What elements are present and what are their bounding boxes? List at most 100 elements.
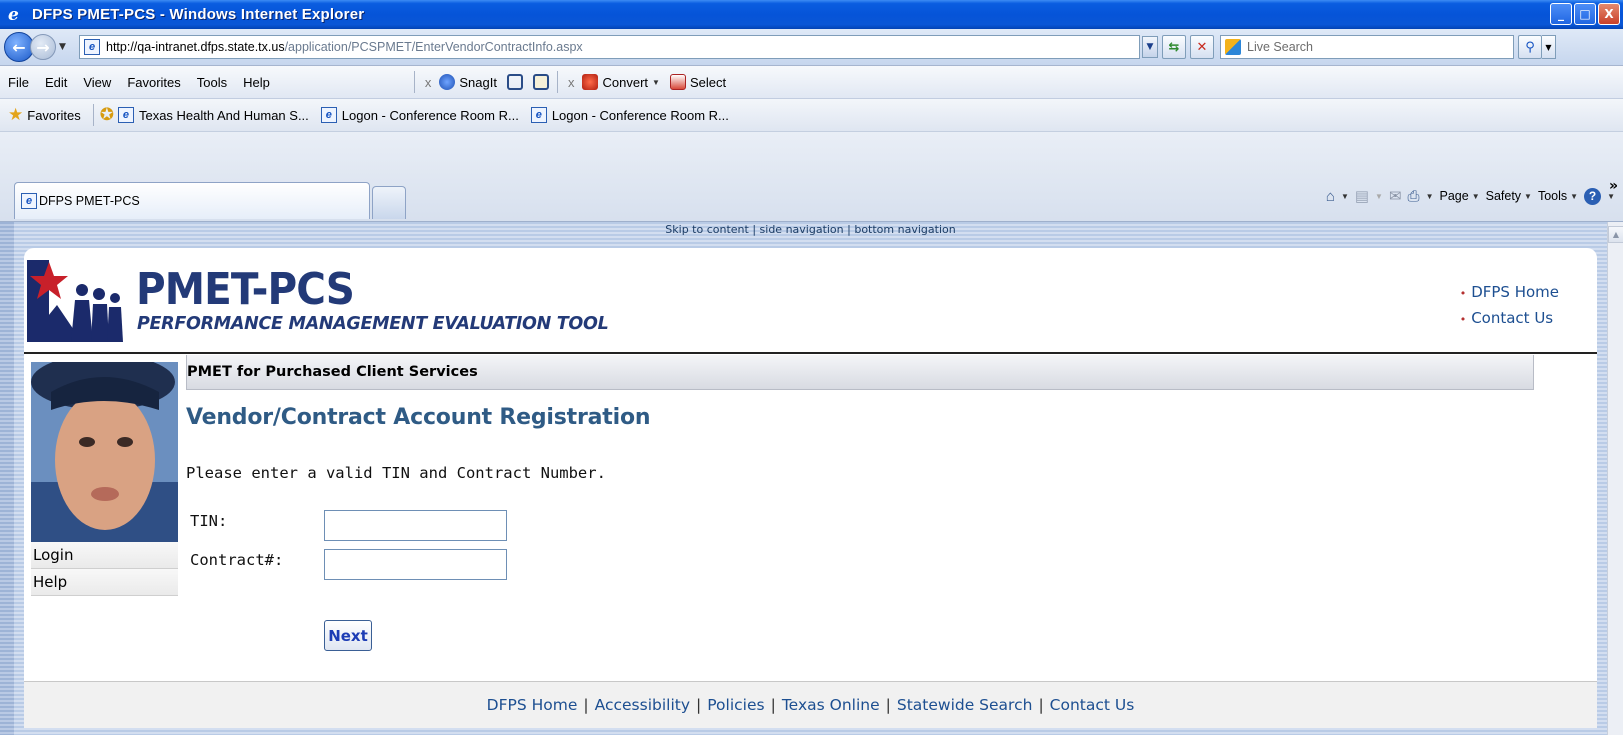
maximize-button[interactable]: □ (1574, 3, 1596, 25)
tin-label: TIN: (190, 512, 228, 530)
next-button[interactable]: Next (324, 620, 372, 651)
safety-menu[interactable]: Safety ▼ (1486, 189, 1532, 203)
menu-bar: File Edit View Favorites Tools Help x Sn… (0, 66, 1623, 99)
footer-link-statewide-search[interactable]: Statewide Search (897, 696, 1033, 714)
skip-to-content-link[interactable]: Skip to content (665, 223, 749, 236)
feeds-icon[interactable]: ▤ (1355, 187, 1369, 205)
footer-link-accessibility[interactable]: Accessibility (595, 696, 690, 714)
tab-dfps-pmet-pcs[interactable]: e DFPS PMET-PCS (14, 182, 370, 219)
convert-icon (582, 74, 599, 90)
new-tab-button[interactable] (372, 186, 406, 219)
contract-number-field[interactable] (324, 549, 507, 580)
address-dropdown-button[interactable]: ▼ (1142, 36, 1158, 58)
minimize-button[interactable]: _ (1550, 3, 1572, 25)
snagit-label: SnagIt (459, 74, 497, 90)
address-field[interactable]: e http://qa-intranet.dfps.state.tx.us/ap… (79, 35, 1140, 59)
tin-field[interactable] (324, 510, 507, 541)
forward-button[interactable]: → (30, 34, 56, 60)
chevron-down-icon[interactable]: ▼ (1341, 192, 1349, 201)
close-toolbar-icon[interactable]: x (425, 75, 432, 90)
skip-navigation: Skip to content | side navigation | bott… (14, 222, 1607, 238)
chevron-down-icon[interactable]: ▼ (1426, 192, 1434, 201)
select-label: Select (689, 74, 727, 90)
footer-separator: | (885, 696, 891, 714)
print-icon[interactable]: ⎙ (1408, 188, 1420, 205)
address-toolbar: ← → ▼ e http://qa-intranet.dfps.state.tx… (0, 29, 1623, 66)
header-link-contact-us[interactable]: • Contact Us (1460, 306, 1559, 332)
footer-link-dfps-home[interactable]: DFPS Home (487, 696, 578, 714)
skip-bottom-navigation-link[interactable]: bottom navigation (854, 223, 955, 236)
home-icon[interactable]: ⌂ (1326, 188, 1335, 205)
toolbar-separator (556, 71, 558, 93)
site-header: PMET-PCS PERFORMANCE MANAGEMENT EVALUATI… (24, 248, 1597, 354)
favorite-link-2[interactable]: e Logon - Conference Room R... (320, 107, 519, 123)
ie-page-icon: e (21, 193, 37, 209)
add-favorite-icon[interactable]: ✪ (100, 105, 114, 125)
window-title-bar: e DFPS PMET-PCS - Windows Internet Explo… (0, 0, 1623, 29)
page-icon: e (84, 39, 100, 55)
help-icon[interactable]: ? (1584, 187, 1602, 205)
chevron-down-icon: ▼ (652, 77, 660, 87)
command-bar: ⌂ ▼ ▤ ▼ ✉ ⎙ ▼ Page ▼ Safety ▼ Tools ▼ ? ▼ (1326, 187, 1615, 205)
page-title: Vendor/Contract Account Registration (186, 405, 651, 430)
snagit-window-icon[interactable] (506, 74, 523, 90)
menu-tools[interactable]: Tools (189, 75, 235, 90)
site-footer: DFPS Home | Accessibility | Policies | Texas O… (24, 681, 1597, 728)
ie-page-icon: e (117, 107, 134, 123)
menu-view[interactable]: View (75, 75, 119, 90)
live-search-icon (1225, 39, 1241, 55)
sidebar-item-help[interactable]: Help (31, 569, 178, 596)
tab-bar: e DFPS PMET-PCS ⌂ ▼ ▤ ▼ ✉ ⎙ ▼ Page ▼ Safe… (0, 132, 1623, 222)
stop-button[interactable]: ✕ (1190, 35, 1214, 59)
header-link-dfps-home[interactable]: • DFPS Home (1460, 280, 1559, 306)
convert-button[interactable]: Convert ▼ (582, 74, 660, 90)
close-button[interactable]: X (1598, 3, 1620, 25)
tools-menu[interactable]: Tools ▼ (1538, 189, 1578, 203)
favorite-link-label: Texas Health And Human S... (138, 107, 309, 123)
internet-explorer-icon: e (8, 4, 19, 25)
search-placeholder: Live Search (1247, 40, 1314, 54)
select-button[interactable]: Select (669, 74, 727, 90)
vertical-scrollbar[interactable]: ▲ (1607, 222, 1623, 735)
skip-side-navigation-link[interactable]: side navigation (760, 223, 844, 236)
menu-edit[interactable]: Edit (37, 75, 75, 90)
more-commands-icon[interactable]: » (1609, 178, 1618, 194)
menu-help[interactable]: Help (235, 75, 278, 90)
chevron-down-icon[interactable]: ▼ (1375, 192, 1383, 201)
contract-label: Contract#: (190, 551, 284, 569)
favorite-link-1[interactable]: e Texas Health And Human S... (117, 107, 309, 123)
menu-file[interactable]: File (0, 75, 37, 90)
snagit-icon (439, 74, 456, 90)
snagit-button[interactable]: SnagIt (439, 74, 497, 90)
search-options-dropdown[interactable]: ▼ (1542, 35, 1556, 59)
recent-pages-dropdown[interactable]: ▼ (59, 42, 73, 52)
site-logo-subtitle: PERFORMANCE MANAGEMENT EVALUATION TOOL (137, 314, 609, 334)
refresh-button[interactable]: ⇆ (1162, 35, 1186, 59)
page-menu[interactable]: Page ▼ (1439, 189, 1479, 203)
footer-separator: | (770, 696, 776, 714)
mail-icon[interactable]: ✉ (1389, 187, 1402, 205)
dfps-logo-image (27, 260, 123, 342)
toolbar-separator (413, 71, 415, 93)
snagit-edit-icon[interactable] (532, 74, 549, 90)
search-input[interactable]: Live Search (1220, 35, 1514, 59)
header-links: • DFPS Home • Contact Us (1460, 280, 1559, 332)
scroll-up-arrow-icon[interactable]: ▲ (1608, 226, 1623, 243)
ie-page-icon: e (530, 107, 547, 123)
child-photo-image (31, 362, 178, 542)
favorite-link-3[interactable]: e Logon - Conference Room R... (530, 107, 729, 123)
close-toolbar-icon[interactable]: x (568, 75, 575, 90)
footer-link-policies[interactable]: Policies (707, 696, 764, 714)
ie-page-icon: e (320, 107, 337, 123)
chevron-down-icon: ▼ (1524, 191, 1532, 201)
footer-link-texas-online[interactable]: Texas Online (782, 696, 880, 714)
url-host: http://qa-intranet.dfps.state.tx.us (106, 40, 285, 54)
footer-link-contact-us[interactable]: Contact Us (1050, 696, 1135, 714)
safety-menu-label: Safety (1485, 189, 1522, 203)
breadcrumb: PMET for Purchased Client Services (186, 355, 1534, 390)
search-button[interactable]: ⚲ (1518, 35, 1542, 59)
favorites-button[interactable]: Favorites (27, 108, 80, 123)
sidebar-item-login[interactable]: Login (31, 542, 178, 569)
menu-favorites[interactable]: Favorites (119, 75, 188, 90)
chevron-down-icon: ▼ (1471, 191, 1480, 201)
